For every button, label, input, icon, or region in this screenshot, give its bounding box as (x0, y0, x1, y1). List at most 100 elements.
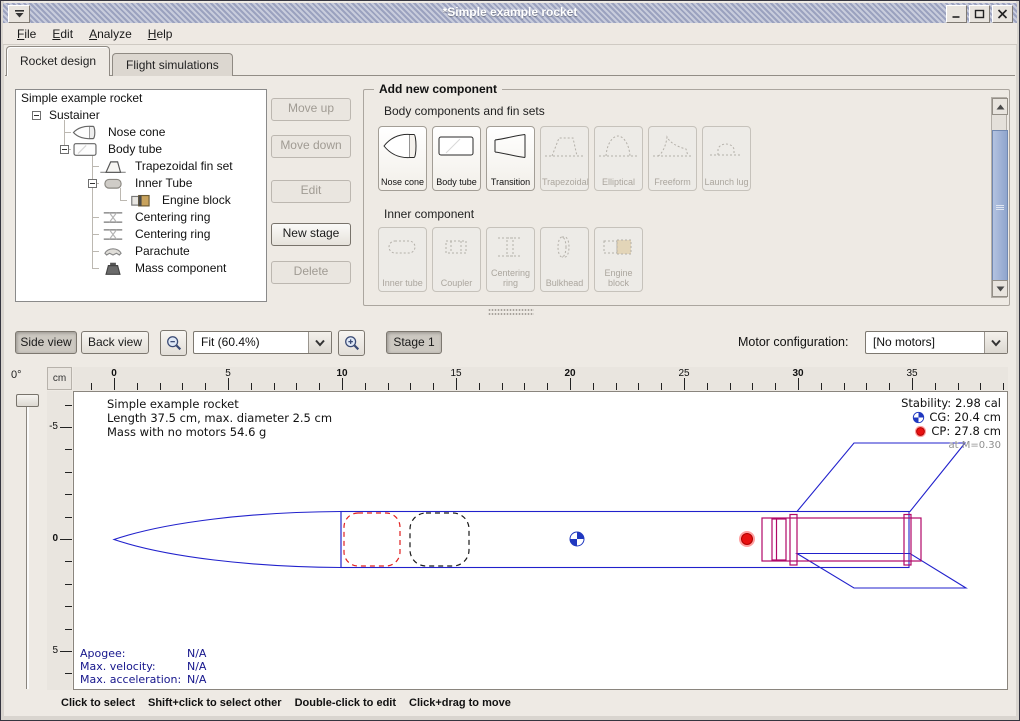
tree-item-centering-ring[interactable]: Centering ring (16, 209, 266, 226)
rotation-slider-handle[interactable] (16, 394, 39, 407)
tree-expander-collapse[interactable] (88, 179, 97, 188)
title-bar[interactable]: *Simple example rocket (3, 3, 1017, 23)
component-tree[interactable]: Simple example rocket SustainerNose coneB… (15, 89, 267, 302)
tree-item-inner-tube[interactable]: Inner Tube (16, 175, 266, 192)
tree-item-engine-block[interactable]: Engine block (16, 192, 266, 209)
move-down-button[interactable]: Move down (271, 135, 351, 158)
tree-item-nose-cone[interactable]: Nose cone (16, 124, 266, 141)
motor-select-arrow[interactable] (984, 332, 1007, 353)
tree-item-label: Engine block (162, 193, 231, 207)
ruler-tick (65, 517, 72, 518)
ruler-tick (980, 383, 981, 390)
move-up-button[interactable]: Move up (271, 98, 351, 121)
new-stage-button[interactable]: New stage (271, 223, 351, 246)
tree-item-centering-ring[interactable]: Centering ring (16, 226, 266, 243)
component-button-freeform[interactable]: Freeform (648, 126, 697, 191)
ruler-tick (798, 378, 799, 390)
ruler-tick (91, 383, 92, 390)
engine-block-outline (772, 519, 786, 560)
menu-analyze[interactable]: Analyze (81, 25, 140, 43)
tree-item-label: Trapezoidal fin set (135, 159, 233, 173)
tab-flight-simulations[interactable]: Flight simulations (112, 53, 233, 76)
rocket-canvas[interactable]: Simple example rocket Length 37.5 cm, ma… (73, 391, 1008, 690)
menu-edit[interactable]: Edit (44, 25, 81, 43)
scroll-up-button[interactable] (992, 98, 1008, 115)
stage-1-toggle[interactable]: Stage 1 (386, 331, 442, 354)
component-button-label: Nose cone (380, 177, 425, 187)
rotation-slider-track[interactable] (26, 404, 29, 689)
component-button-trapezoidal[interactable]: Trapezoidal (540, 126, 589, 191)
component-button-label: Engine block (596, 268, 641, 288)
tree-item-label: Centering ring (135, 210, 210, 224)
zoom-level-value: Fit (60.4%) (201, 335, 260, 349)
zoom-out-button[interactable] (160, 330, 187, 356)
component-button-transition[interactable]: Transition (486, 126, 535, 191)
edit-button[interactable]: Edit (271, 180, 351, 203)
ruler-tick (616, 383, 617, 390)
ruler-tick (684, 378, 685, 390)
max-acceleration-row: Max. acceleration: N/A (80, 673, 300, 686)
chevron-down-icon (314, 339, 326, 347)
freeform-fin-icon (650, 131, 694, 161)
tree-connector-stub (64, 132, 71, 133)
ruler-tick (730, 383, 731, 390)
horizontal-ruler: 05101520253035 (73, 367, 1008, 390)
stability-block: Stability:2.98 cal CG:20.4 cm CP:27.8 cm… (901, 396, 1001, 452)
stability-readout: Stability:2.98 cal (901, 396, 1001, 410)
side-view-button[interactable]: Side view (15, 331, 77, 354)
tree-item-simple-example-rocket[interactable]: Simple example rocket (16, 90, 266, 107)
rocket-outline (114, 443, 966, 588)
tree-item-trapezoidal-fin-set[interactable]: Trapezoidal fin set (16, 158, 266, 175)
maximize-icon (974, 9, 985, 19)
ruler-label: 35 (906, 368, 917, 379)
component-button-engine-block[interactable]: Engine block (594, 227, 643, 292)
tab-rocket-design[interactable]: Rocket design (6, 46, 110, 76)
scroll-down-button[interactable] (992, 280, 1008, 297)
component-button-centering-ring[interactable]: Centering ring (486, 227, 535, 292)
tree-item-parachute[interactable]: Parachute (16, 243, 266, 260)
minimize-button[interactable] (946, 5, 967, 23)
tree-item-label: Simple example rocket (21, 91, 142, 105)
centering-ring-1-outline (790, 515, 797, 566)
component-scrollbar[interactable] (991, 97, 1007, 298)
component-button-body-tube[interactable]: Body tube (432, 126, 481, 191)
zoom-out-icon (165, 334, 183, 352)
openrocket-window: *Simple example rocket File Edit Analyze… (0, 0, 1020, 721)
close-icon (997, 9, 1008, 19)
component-button-nose-cone[interactable]: Nose cone (378, 126, 427, 191)
tree-item-mass-component[interactable]: Mass component (16, 260, 266, 277)
tree-item-body-tube[interactable]: Body tube (16, 141, 266, 158)
tree-expander-collapse[interactable] (32, 111, 41, 120)
delete-button[interactable]: Delete (271, 261, 351, 284)
close-button[interactable] (992, 5, 1013, 23)
split-pane-handle[interactable] (488, 308, 534, 316)
component-button-launch-lug[interactable]: Launch lug (702, 126, 751, 191)
tree-item-sustainer[interactable]: Sustainer (16, 107, 266, 124)
menu-file[interactable]: File (9, 25, 44, 43)
rotation-angle-label: 0° (11, 369, 41, 381)
component-button-label: Elliptical (596, 177, 641, 187)
zoom-select-arrow[interactable] (308, 332, 331, 353)
zoom-in-icon (343, 334, 361, 352)
ruler-tick (889, 383, 890, 390)
tree-expander-collapse[interactable] (60, 145, 69, 154)
zoom-level-select[interactable]: Fit (60.4%) (193, 331, 332, 354)
zoom-in-button[interactable] (338, 330, 365, 356)
ruler-label: 5 (225, 368, 231, 379)
ruler-label: 5 (52, 645, 58, 656)
cp-marker (739, 531, 755, 547)
component-button-label: Launch lug (704, 177, 749, 187)
back-view-button[interactable]: Back view (81, 331, 149, 354)
component-button-bulkhead[interactable]: Bulkhead (540, 227, 589, 292)
component-button-coupler[interactable]: Coupler (432, 227, 481, 292)
motor-configuration-select[interactable]: [No motors] (865, 331, 1008, 354)
component-button-inner-tube[interactable]: Inner tube (378, 227, 427, 292)
maximize-button[interactable] (969, 5, 990, 23)
ruler-tick (524, 383, 525, 390)
body-tube-icon (434, 131, 478, 161)
ruler-tick (935, 383, 936, 390)
ruler-tick (1003, 383, 1004, 390)
menu-help[interactable]: Help (140, 25, 181, 43)
scroll-thumb[interactable] (992, 130, 1008, 285)
component-button-elliptical[interactable]: Elliptical (594, 126, 643, 191)
